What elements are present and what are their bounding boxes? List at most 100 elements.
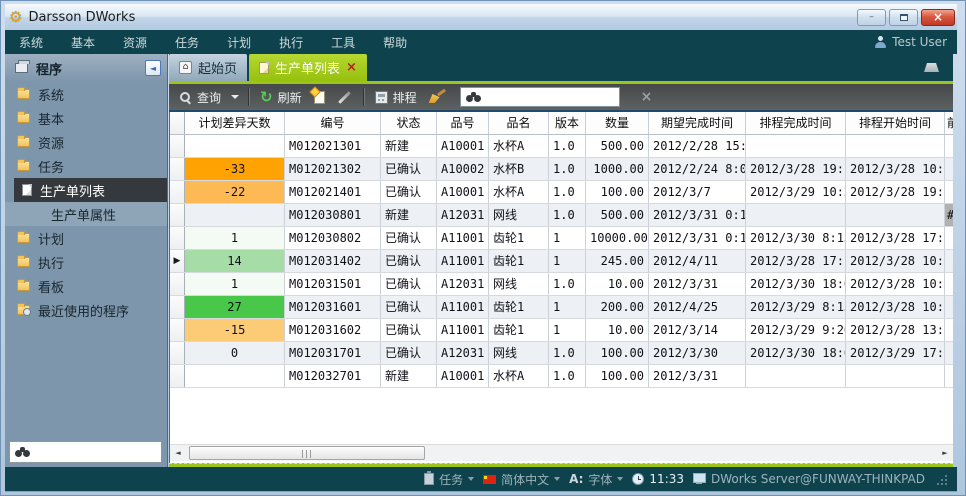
row-selector-marker[interactable]: ▶ xyxy=(170,250,185,272)
sidebar-search-box: × xyxy=(9,441,162,463)
row-selector-header xyxy=(170,112,185,134)
menu-basic[interactable]: 基本 xyxy=(57,30,109,54)
col-code[interactable]: 编号 xyxy=(285,112,381,134)
schedule-button[interactable]: 排程 xyxy=(369,86,423,108)
table-row[interactable]: 1M012031501已确认A12031网线1.010.002012/3/312… xyxy=(170,273,953,296)
horizontal-scrollbar[interactable]: ◄ ► xyxy=(170,444,953,461)
menu-resource[interactable]: 资源 xyxy=(109,30,161,54)
app-logo-gear-icon: ⚙ xyxy=(9,10,22,25)
maximize-icon xyxy=(900,14,908,21)
scroll-left-icon[interactable]: ◄ xyxy=(170,445,186,462)
sidebar-item-execute[interactable]: 执行 xyxy=(5,250,167,274)
col-item-no[interactable]: 品号 xyxy=(437,112,489,134)
resize-grip[interactable] xyxy=(936,474,947,485)
row-selector[interactable] xyxy=(170,296,185,318)
sidebar-item-production-order-properties[interactable]: 生产单属性 xyxy=(5,202,167,226)
current-user[interactable]: Test User xyxy=(875,35,957,49)
status-task[interactable]: 任务 xyxy=(424,471,474,488)
row-selector[interactable] xyxy=(170,319,185,341)
table-row[interactable]: -33M012021302已确认A10002水杯B1.01000.002012/… xyxy=(170,158,953,181)
row-selector[interactable] xyxy=(170,158,185,180)
cell: 新建 xyxy=(381,365,437,387)
sidebar-item-system[interactable]: 系统 xyxy=(5,82,167,106)
menu-tools[interactable]: 工具 xyxy=(317,30,369,54)
query-button[interactable]: 查询 xyxy=(173,86,227,108)
table-row[interactable]: ▶14M012031402已确认A11001齿轮11245.002012/4/1… xyxy=(170,250,953,273)
row-selector[interactable] xyxy=(170,181,185,203)
toolbar-search-input[interactable] xyxy=(486,90,636,104)
close-button[interactable]: × xyxy=(921,9,955,26)
scroll-right-icon[interactable]: ► xyxy=(937,445,953,462)
cell: 1.0 xyxy=(549,158,586,180)
new-button[interactable] xyxy=(308,86,331,108)
edit-button[interactable] xyxy=(331,86,358,108)
row-selector[interactable] xyxy=(170,365,185,387)
sidebar-item-task[interactable]: 任务 xyxy=(5,154,167,178)
menu-plan[interactable]: 计划 xyxy=(213,30,265,54)
scrollbar-thumb[interactable] xyxy=(189,446,425,460)
cell: 2012/3/28 10:52 xyxy=(846,250,945,272)
col-status[interactable]: 状态 xyxy=(381,112,437,134)
table-row[interactable]: M012021301新建A10001水杯A1.0500.002012/2/28 … xyxy=(170,135,953,158)
calculator-icon xyxy=(375,91,388,104)
cell: 200.00 xyxy=(586,296,649,318)
cell: # xyxy=(945,204,953,226)
clean-button[interactable] xyxy=(423,86,452,108)
minimize-button[interactable]: – xyxy=(857,9,886,26)
document-icon xyxy=(259,62,269,74)
sidebar-item-resource[interactable]: 资源 xyxy=(5,130,167,154)
col-item-name[interactable]: 品名 xyxy=(489,112,549,134)
maximize-button[interactable] xyxy=(889,9,918,26)
sidebar-search-input[interactable] xyxy=(35,445,185,459)
refresh-button[interactable]: ↻ 刷新 xyxy=(254,86,308,108)
sidebar-item-plan[interactable]: 计划 xyxy=(5,226,167,250)
toolbar-search-clear-icon[interactable]: × xyxy=(641,90,653,104)
cell: -15 xyxy=(185,319,285,341)
sidebar-item-kanban[interactable]: 看板 xyxy=(5,274,167,298)
col-sched-start[interactable]: 排程开始时间 xyxy=(846,112,945,134)
tab-close-icon[interactable]: × xyxy=(346,61,357,74)
tab-production-order-list[interactable]: 生产单列表 × xyxy=(249,54,367,81)
title-bar: ⚙ Darsson DWorks – × xyxy=(5,4,957,30)
query-dropdown[interactable] xyxy=(227,86,243,108)
row-selector[interactable] xyxy=(170,204,185,226)
sidebar-collapse-button[interactable]: ◄ xyxy=(145,60,161,76)
document-icon xyxy=(22,184,32,196)
table-row[interactable]: 0M012031701已确认A12031网线1.0100.002012/3/30… xyxy=(170,342,953,365)
table-row[interactable]: 27M012031601已确认A11001齿轮11200.002012/4/25… xyxy=(170,296,953,319)
col-clipped[interactable]: 前 xyxy=(945,112,953,134)
table-row[interactable]: -22M012021401已确认A10001水杯A1.0100.002012/3… xyxy=(170,181,953,204)
row-selector[interactable] xyxy=(170,135,185,157)
col-plan-diff-days[interactable]: 计划差异天数 xyxy=(185,112,285,134)
status-language[interactable]: 简体中文 xyxy=(483,471,560,488)
row-selector[interactable] xyxy=(170,227,185,249)
menu-task[interactable]: 任务 xyxy=(161,30,213,54)
pin-tabs-icon[interactable] xyxy=(924,63,939,72)
sidebar-item-basic[interactable]: 基本 xyxy=(5,106,167,130)
cell: 已确认 xyxy=(381,319,437,341)
col-qty[interactable]: 数量 xyxy=(586,112,649,134)
table-row[interactable]: 1M012030802已确认A11001齿轮1110000.002012/3/3… xyxy=(170,227,953,250)
table-row[interactable]: -15M012031602已确认A11001齿轮1110.002012/3/14… xyxy=(170,319,953,342)
toolbar-separator xyxy=(248,88,249,106)
col-expected-finish[interactable]: 期望完成时间 xyxy=(649,112,746,134)
menu-system[interactable]: 系统 xyxy=(5,30,57,54)
sidebar-item-recent-programs[interactable]: 最近使用的程序 xyxy=(5,298,167,322)
table-row[interactable]: M012032701新建A10001水杯A1.0100.002012/3/31 xyxy=(170,365,953,388)
cell: 1 xyxy=(549,227,586,249)
col-sched-finish[interactable]: 排程完成时间 xyxy=(746,112,846,134)
sidebar-item-production-order-list[interactable]: 生产单列表 xyxy=(14,178,167,202)
cell: A12031 xyxy=(437,273,489,295)
row-selector[interactable] xyxy=(170,342,185,364)
row-selector[interactable] xyxy=(170,273,185,295)
menu-help[interactable]: 帮助 xyxy=(369,30,421,54)
tab-strip: ⌂ 起始页 生产单列表 × xyxy=(169,54,953,81)
table-row[interactable]: M012030801新建A12031网线1.0500.002012/3/31 0… xyxy=(170,204,953,227)
recent-folder-icon xyxy=(17,305,30,315)
cell: 14 xyxy=(185,250,285,272)
folder-icon xyxy=(17,89,30,99)
col-version[interactable]: 版本 xyxy=(549,112,586,134)
tab-start-page[interactable]: ⌂ 起始页 xyxy=(169,54,247,81)
status-font[interactable]: A: 字体 xyxy=(569,471,623,488)
menu-execute[interactable]: 执行 xyxy=(265,30,317,54)
